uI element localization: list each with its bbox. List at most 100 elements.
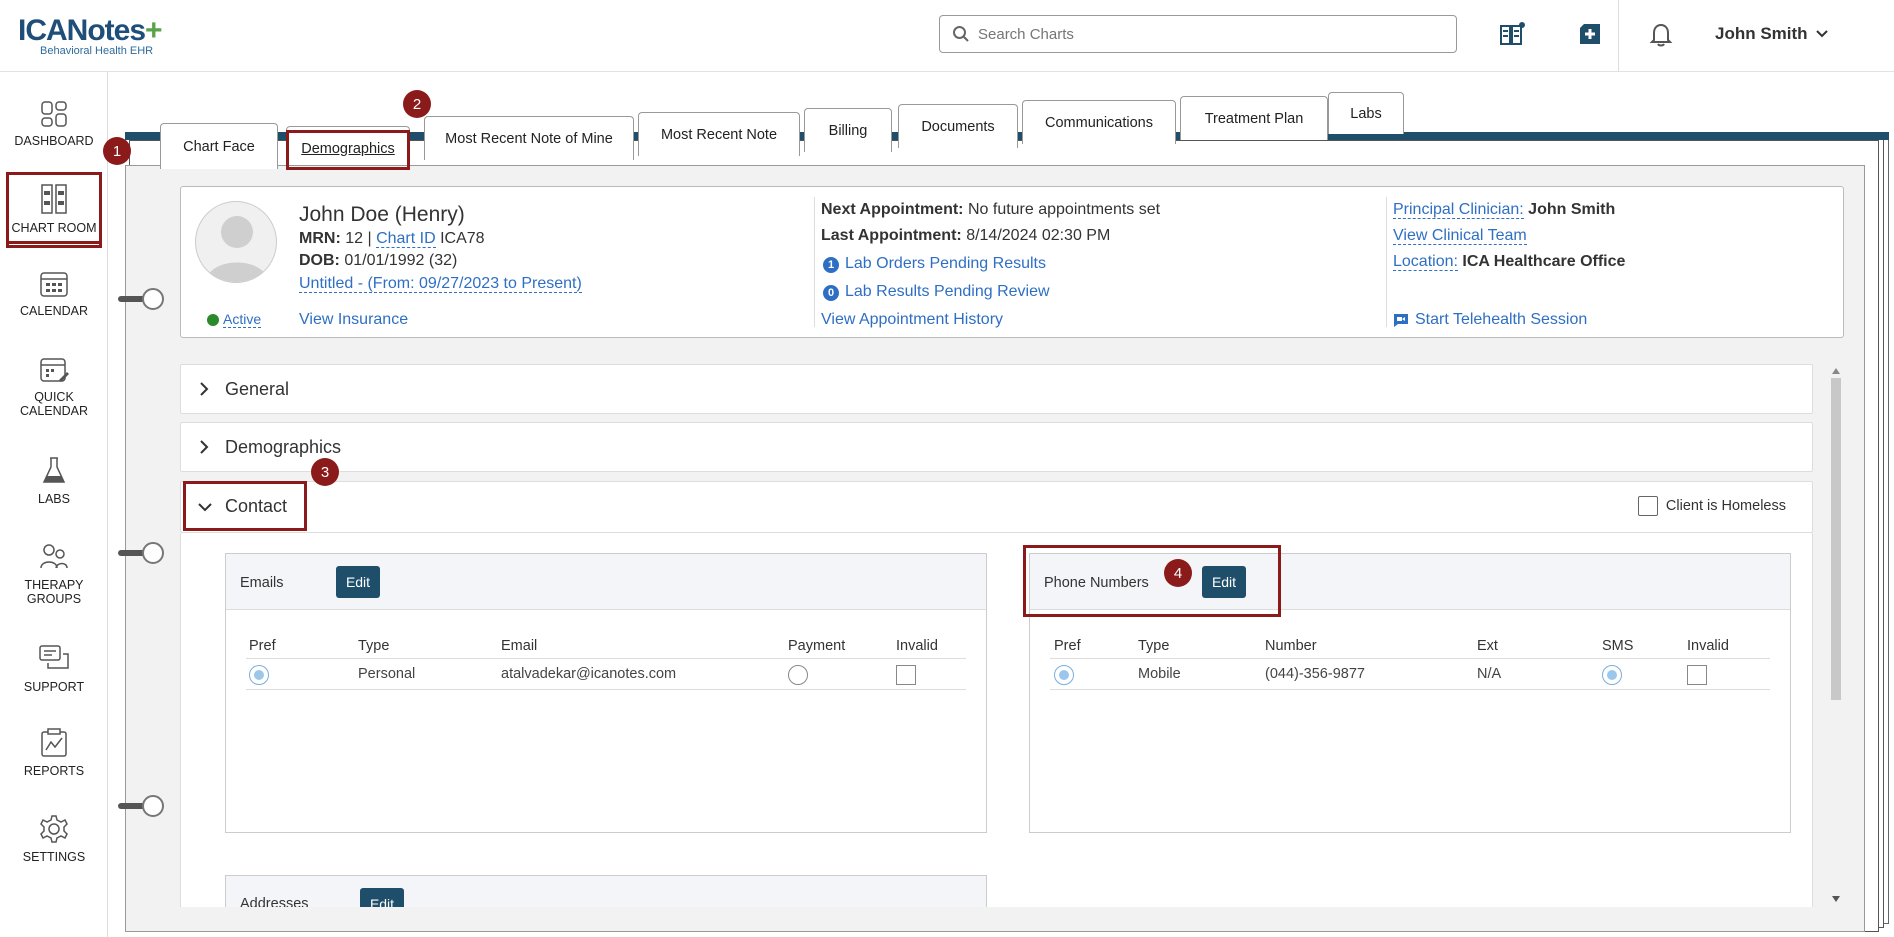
- invalid-checkbox[interactable]: [896, 665, 916, 685]
- addresses-edit-button[interactable]: Edit: [360, 888, 404, 907]
- start-telehealth-link[interactable]: Start Telehealth Session: [1393, 311, 1587, 329]
- sidebar-item-dashboard[interactable]: DASHBOARD: [6, 100, 102, 148]
- view-clinical-team: View Clinical Team: [1393, 227, 1527, 245]
- location-link[interactable]: Location:: [1393, 253, 1458, 271]
- sidebar-item-label: SUPPORT: [23, 680, 85, 694]
- sidebar-item-calendar[interactable]: CALENDAR: [6, 268, 102, 318]
- tab-chart-face[interactable]: Chart Face: [160, 123, 278, 169]
- user-menu[interactable]: John Smith: [1715, 24, 1828, 44]
- tab-communications[interactable]: Communications: [1022, 100, 1176, 144]
- email-type: Personal: [358, 666, 416, 682]
- lab-results-label: Lab Results Pending Review: [845, 283, 1050, 300]
- charts-grid-icon[interactable]: [1494, 16, 1530, 52]
- tab-most-recent-note[interactable]: Most Recent Note: [638, 112, 800, 156]
- binder-ring: [118, 542, 164, 564]
- sidebar-item-settings[interactable]: SETTINGS: [6, 814, 102, 864]
- phone-type: Mobile: [1138, 666, 1181, 682]
- column-header: Payment: [788, 638, 846, 654]
- view-appointment-history-link[interactable]: View Appointment History: [821, 311, 1003, 329]
- search-icon: [953, 26, 969, 42]
- emails-edit-button[interactable]: Edit: [336, 566, 380, 598]
- column-header: Ext: [1477, 638, 1498, 654]
- view-insurance-link[interactable]: View Insurance: [299, 311, 408, 329]
- reports-icon: [41, 728, 67, 757]
- section-contact[interactable]: Contact Client is Homeless: [180, 481, 1813, 533]
- invalid-checkbox[interactable]: [1687, 665, 1707, 685]
- tab-labs[interactable]: Labs: [1328, 92, 1404, 134]
- client-homeless-toggle[interactable]: Client is Homeless: [1637, 496, 1786, 516]
- header-divider: [246, 658, 966, 659]
- sidebar-item-labs[interactable]: LABS: [6, 456, 102, 506]
- principal-clinician-value: John Smith: [1528, 201, 1616, 218]
- tab-billing[interactable]: Billing: [804, 108, 892, 152]
- section-general[interactable]: General: [180, 364, 1813, 414]
- chevron-down-icon: [1815, 30, 1828, 38]
- section-title: General: [225, 379, 290, 399]
- tab-most-recent-note-of-mine[interactable]: Most Recent Note of Mine: [424, 116, 634, 160]
- chart-id-link[interactable]: Chart ID: [376, 230, 436, 248]
- step-marker: 3: [311, 458, 339, 486]
- sidebar-item-quick-calendar[interactable]: QUICK CALENDAR: [6, 354, 102, 418]
- emails-title: Emails: [240, 575, 284, 591]
- column-header: SMS: [1602, 638, 1634, 654]
- next-appointment: Next Appointment: No future appointments…: [821, 201, 1160, 219]
- homeless-label: Client is Homeless: [1665, 498, 1786, 514]
- section-demographics[interactable]: Demographics: [180, 422, 1813, 472]
- pref-radio[interactable]: [249, 665, 269, 685]
- sidebar-item-label: DASHBOARD: [14, 134, 94, 148]
- tab-label: Treatment Plan: [1204, 110, 1304, 127]
- separator: |: [367, 230, 372, 247]
- mrn-value: 12: [345, 230, 364, 247]
- calendar-icon: [40, 272, 68, 297]
- divider: [1386, 197, 1387, 327]
- sidebar-item-label: QUICK CALENDAR: [19, 390, 89, 418]
- lab-results-count: 0: [823, 285, 839, 301]
- sidebar-item-therapy-groups[interactable]: THERAPY GROUPS: [6, 542, 102, 606]
- phone-number: (044)-356-9877: [1265, 666, 1365, 682]
- homeless-checkbox[interactable]: [1637, 496, 1658, 516]
- emails-panel: Emails Edit Pref Type Email Payment Inva…: [225, 553, 987, 833]
- search-charts[interactable]: [939, 15, 1457, 53]
- dashboard-icon: [41, 101, 67, 127]
- payment-radio[interactable]: [788, 665, 808, 685]
- episode-link[interactable]: Untitled - (From: 09/27/2023 to Present): [299, 275, 582, 293]
- principal-clinician-link[interactable]: Principal Clinician:: [1393, 201, 1524, 219]
- patient-name: John Doe (Henry): [299, 203, 465, 226]
- scrollbar[interactable]: [1830, 368, 1842, 906]
- scroll-up-icon[interactable]: [1832, 368, 1840, 374]
- status-badge[interactable]: Active: [207, 311, 262, 328]
- dob-label: DOB:: [299, 252, 340, 269]
- mrn-label: MRN:: [299, 230, 341, 247]
- gear-icon: [40, 815, 68, 843]
- therapy-groups-icon: [40, 544, 68, 569]
- binder-ring: [118, 795, 164, 817]
- sidebar-item-support[interactable]: SUPPORT: [6, 644, 102, 694]
- telehealth-label: Start Telehealth Session: [1415, 311, 1588, 328]
- scroll-down-icon[interactable]: [1832, 896, 1840, 902]
- lab-orders-link[interactable]: 1 Lab Orders Pending Results: [823, 255, 1046, 273]
- sidebar-item-reports[interactable]: REPORTS: [6, 728, 102, 778]
- tab-label: Chart Face: [183, 138, 255, 155]
- last-appointment: Last Appointment: 8/14/2024 02:30 PM: [821, 227, 1110, 245]
- lab-orders-count: 1: [823, 257, 839, 273]
- tab-documents[interactable]: Documents: [898, 104, 1018, 148]
- view-clinical-team-link[interactable]: View Clinical Team: [1393, 227, 1527, 245]
- search-input[interactable]: [978, 25, 1418, 43]
- column-header: Pref: [249, 638, 276, 654]
- sidebar-item-label: REPORTS: [23, 764, 85, 778]
- tab-treatment-plan[interactable]: Treatment Plan: [1180, 96, 1328, 140]
- logo-text: ICANotes: [18, 14, 146, 47]
- bell-icon[interactable]: [1643, 16, 1679, 52]
- dob-value: 01/01/1992 (32): [344, 252, 458, 269]
- binder-ring: [118, 288, 164, 310]
- sidebar-item-label: LABS: [38, 492, 70, 506]
- scrollbar-thumb[interactable]: [1831, 378, 1841, 700]
- highlight-phone-numbers: [1023, 545, 1281, 617]
- dob-line: DOB: 01/01/1992 (32): [299, 252, 457, 270]
- sms-radio[interactable]: [1602, 665, 1622, 685]
- add-chart-icon[interactable]: [1572, 16, 1608, 52]
- sidebar-item-label: THERAPY GROUPS: [24, 578, 84, 606]
- pref-radio[interactable]: [1054, 665, 1074, 685]
- app-logo[interactable]: ICANotes+ Behavioral Health EHR: [18, 14, 163, 57]
- lab-results-link[interactable]: 0 Lab Results Pending Review: [823, 283, 1050, 301]
